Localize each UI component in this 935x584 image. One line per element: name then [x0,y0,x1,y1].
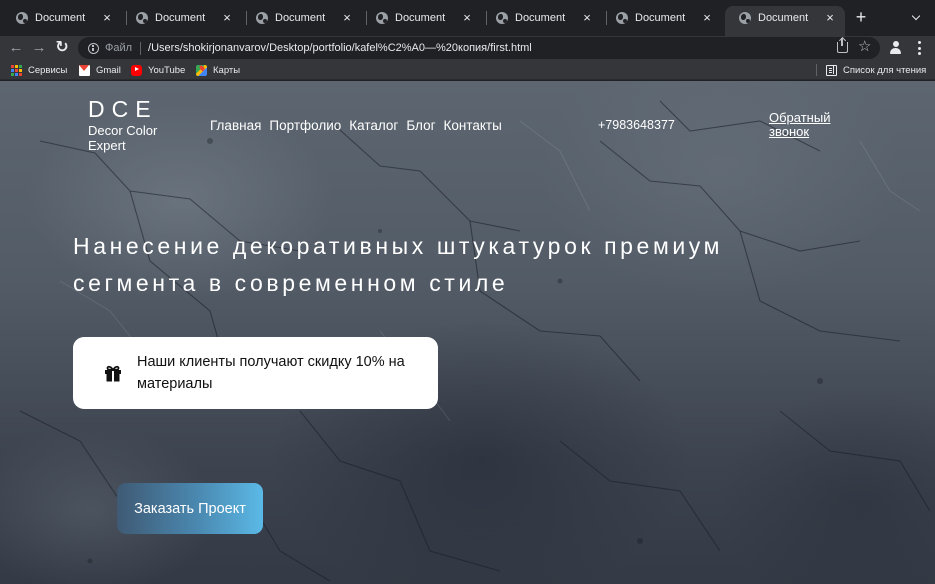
main-nav: Главная Портфолио Каталог Блог Контакты [210,118,502,133]
apps-grid-icon [11,64,22,76]
globe-icon [496,12,508,24]
discount-card: Наши клиенты получают скидку 10% на мате… [73,337,438,409]
reading-list-button[interactable]: Список для чтения [826,62,926,78]
gift-icon [105,365,121,382]
logo-mark: DCE [88,96,158,122]
bookmarks-divider [816,64,817,76]
order-project-button[interactable]: Заказать Проект [117,483,263,534]
tab-strip: Document × Document × Document × Documen… [0,0,935,36]
bookmarks-bar: Сервисы Gmail YouTube Карты Список для ч… [0,60,935,80]
close-tab-icon[interactable]: × [220,11,234,25]
site-logo[interactable]: DCE Decor Color Expert [88,96,178,153]
browser-tab[interactable]: Document × [482,6,602,30]
tab-search-chevron-icon[interactable] [910,11,924,25]
reading-list-label: Список для чтения [843,64,927,76]
bookmark-services[interactable]: Сервисы [11,62,67,78]
share-icon[interactable] [837,38,848,53]
globe-icon [256,12,268,24]
reload-icon[interactable]: ↻ [53,39,71,57]
globe-icon [16,12,28,24]
browser-tab[interactable]: Document × [602,6,722,30]
hero-title: Нанесение декоративных штукатурок премиу… [73,233,724,296]
address-divider [140,41,142,55]
address-url[interactable]: /Users/shokirjonanvarov/Desktop/portfoli… [148,42,532,54]
gmail-icon [79,64,90,76]
bookmark-label: Gmail [96,64,121,76]
back-arrow-icon[interactable]: ← [7,39,25,57]
tab-title: Document [758,12,809,24]
bookmark-label: YouTube [148,64,186,76]
nav-link-blog[interactable]: Блог [406,118,435,133]
browser-tab[interactable]: Document × [122,6,242,30]
close-tab-icon[interactable]: × [823,11,837,25]
callback-link[interactable]: Обратный звонок [769,111,859,139]
browser-tab[interactable]: Document × [362,6,482,30]
close-tab-icon[interactable]: × [340,11,354,25]
reading-list-icon [826,64,837,76]
browser-tab[interactable]: Document × [242,6,362,30]
bookmark-label: Сервисы [28,64,68,76]
new-tab-button[interactable]: + [852,8,870,27]
nav-link-contacts[interactable]: Контакты [444,118,502,133]
youtube-icon [131,65,142,76]
globe-icon [739,12,751,24]
bookmark-gmail[interactable]: Gmail [79,62,121,78]
bookmark-maps[interactable]: Карты [196,62,240,78]
browser-tab-active[interactable]: Document × [725,6,845,36]
menu-kebab-icon[interactable] [912,40,926,56]
bookmark-star-icon[interactable]: ☆ [858,38,871,56]
tab-title: Document [635,12,686,24]
profile-icon[interactable] [888,40,903,55]
info-icon[interactable] [88,42,99,54]
browser-tab[interactable]: Document × [2,6,122,30]
logo-subtitle: Decor Color Expert [88,123,158,153]
tab-title: Document [35,12,86,24]
bookmark-youtube[interactable]: YouTube [131,62,185,78]
globe-icon [376,12,388,24]
globe-icon [136,12,148,24]
nav-link-portfolio[interactable]: Портфолио [269,118,341,133]
tab-title: Document [395,12,446,24]
nav-link-catalog[interactable]: Каталог [349,118,398,133]
maps-icon [196,64,207,76]
web-page: DCE Decor Color Expert Главная Портфолио… [0,81,935,584]
browser-toolbar: ← → ↻ Файл /Users/shokirjonanvarov/Deskt… [0,36,935,60]
tab-title: Document [155,12,206,24]
close-tab-icon[interactable]: × [580,11,594,25]
close-tab-icon[interactable]: × [100,11,114,25]
tab-title: Document [515,12,566,24]
globe-icon [616,12,628,24]
address-scheme-label: Файл [105,42,133,54]
nav-link-home[interactable]: Главная [210,118,261,133]
close-tab-icon[interactable]: × [460,11,474,25]
phone-number[interactable]: +7983648377 [598,118,675,132]
discount-text: Наши клиенты получают скидку 10% на мате… [137,354,405,392]
tab-title: Document [275,12,326,24]
bookmark-label: Карты [213,64,241,76]
forward-arrow-icon[interactable]: → [30,39,48,57]
close-tab-icon[interactable]: × [700,11,714,25]
address-bar[interactable]: Файл /Users/shokirjonanvarov/Desktop/por… [78,37,880,59]
